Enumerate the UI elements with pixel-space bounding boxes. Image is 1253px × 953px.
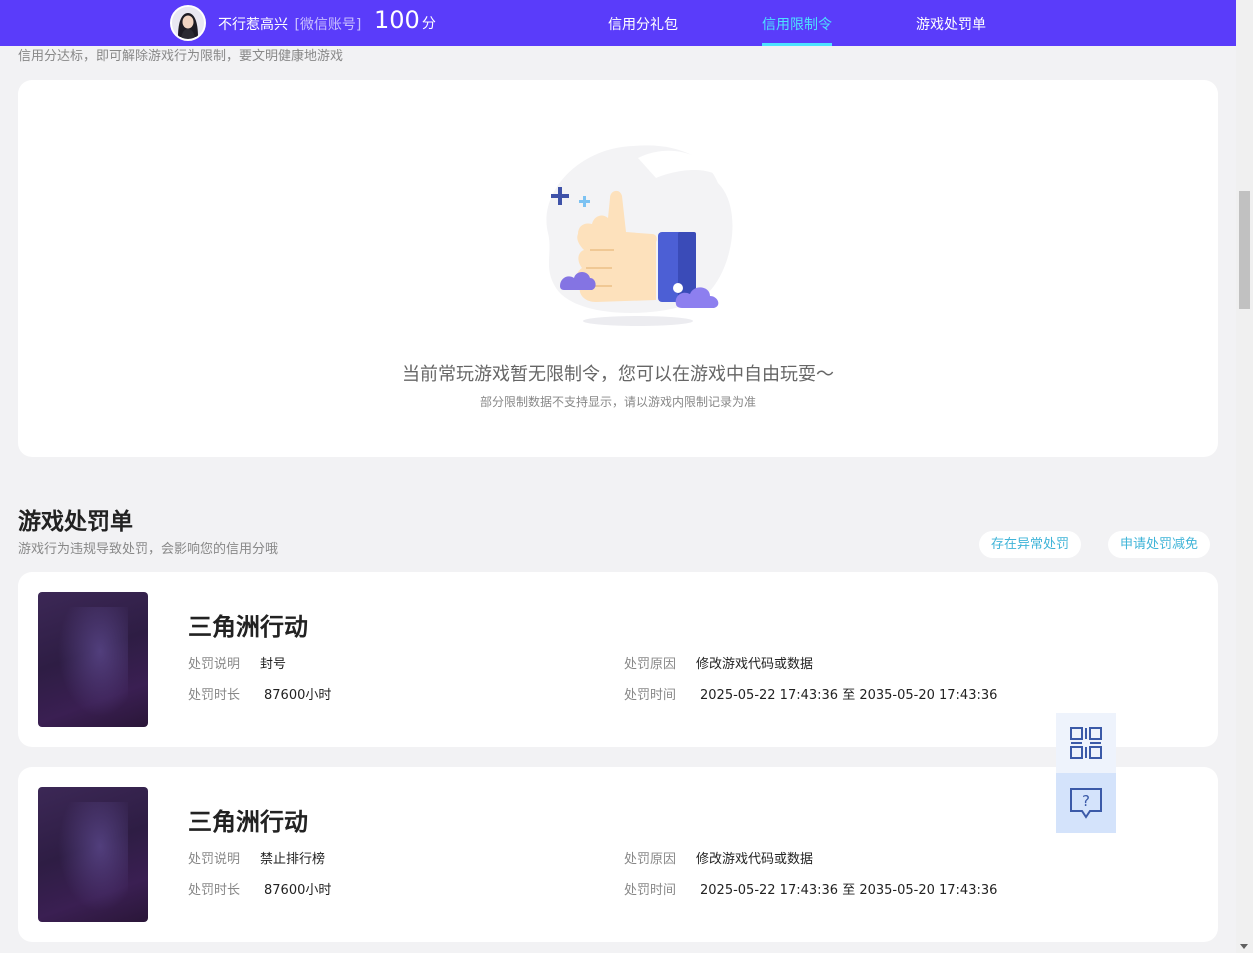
nav-tab-game-penalty[interactable]: 游戏处罚单	[916, 14, 986, 34]
empty-state-title: 当前常玩游戏暂无限制令，您可以在游戏中自由玩耍～	[402, 364, 834, 385]
credit-score-unit: 分	[421, 16, 436, 32]
penalty-description-value: 禁止排行榜	[260, 852, 326, 867]
qr-code-button[interactable]	[1056, 713, 1116, 773]
restriction-empty-card: 当前常玩游戏暂无限制令，您可以在游戏中自由玩耍～ 部分限制数据不支持显示，请以游…	[18, 80, 1218, 457]
top-nav-bar: 不行惹高兴 [微信账号] 100 分 信用分礼包 信用限制令 游戏处罚单	[0, 0, 1236, 46]
penalty-duration-label: 处罚时长	[188, 883, 241, 898]
penalty-description-label: 处罚说明	[188, 852, 241, 867]
penalty-reason-label: 处罚原因	[624, 852, 677, 867]
credit-score-value: 100	[374, 6, 420, 34]
user-nickname: 不行惹高兴 [微信账号]	[218, 14, 361, 34]
report-abnormal-penalty-button[interactable]: 存在异常处罚	[979, 531, 1082, 558]
penalty-section-subtitle: 游戏行为违规导致处罚，会影响您的信用分哦	[18, 542, 279, 557]
help-button[interactable]: ?	[1056, 773, 1116, 833]
nickname-text: 不行惹高兴	[218, 17, 288, 33]
restriction-hint: 信用分达标，即可解除游戏行为限制，要文明健康地游戏	[18, 49, 344, 64]
penalty-reason-value: 修改游戏代码或数据	[696, 657, 814, 672]
penalty-description-label: 处罚说明	[188, 657, 241, 672]
penalty-description-value: 封号	[260, 657, 287, 672]
penalty-time-label: 处罚时间	[624, 688, 677, 703]
game-cover-image	[38, 787, 148, 922]
account-type-tag: [微信账号]	[294, 17, 362, 33]
scrollbar-thumb[interactable]	[1239, 191, 1250, 309]
page-scrollbar[interactable]	[1236, 0, 1253, 953]
game-name: 三角洲行动	[188, 808, 308, 836]
penalty-time-value: 2025-05-22 17:43:36 至 2035-05-20 17:43:3…	[700, 688, 998, 703]
penalty-duration-value: 87600小时	[264, 688, 332, 703]
scroll-down-arrow-icon[interactable]	[1240, 944, 1248, 949]
nav-tab-credit-restriction[interactable]: 信用限制令	[762, 14, 832, 34]
penalty-section-title: 游戏处罚单	[18, 509, 133, 535]
thumbs-up-illustration	[546, 145, 733, 326]
apply-penalty-reduction-button[interactable]: 申请处罚减免	[1108, 531, 1211, 558]
penalty-duration-label: 处罚时长	[188, 688, 241, 703]
penalty-duration-value: 87600小时	[264, 883, 332, 898]
penalty-reason-value: 修改游戏代码或数据	[696, 852, 814, 867]
penalty-time-value: 2025-05-22 17:43:36 至 2035-05-20 17:43:3…	[700, 883, 998, 898]
game-cover-image	[38, 592, 148, 727]
avatar-image	[172, 7, 204, 39]
penalty-card: 三角洲行动 处罚说明 禁止排行榜 处罚时长 87600小时 处罚原因 修改游戏代…	[18, 767, 1218, 942]
penalty-reason-label: 处罚原因	[624, 657, 677, 672]
game-name: 三角洲行动	[188, 613, 308, 641]
qr-code-icon	[1070, 727, 1102, 759]
nav-active-indicator	[762, 43, 832, 46]
svg-text:?: ?	[1082, 792, 1090, 810]
avatar[interactable]	[170, 5, 206, 41]
penalty-card: 三角洲行动 处罚说明 封号 处罚时长 87600小时 处罚原因 修改游戏代码或数…	[18, 572, 1218, 747]
credit-score: 100 分	[374, 6, 436, 34]
empty-state-subtitle: 部分限制数据不支持显示，请以游戏内限制记录为准	[479, 395, 756, 409]
penalty-time-label: 处罚时间	[624, 883, 677, 898]
help-chat-icon: ?	[1070, 788, 1102, 819]
nav-tab-credit-gift[interactable]: 信用分礼包	[608, 14, 678, 34]
